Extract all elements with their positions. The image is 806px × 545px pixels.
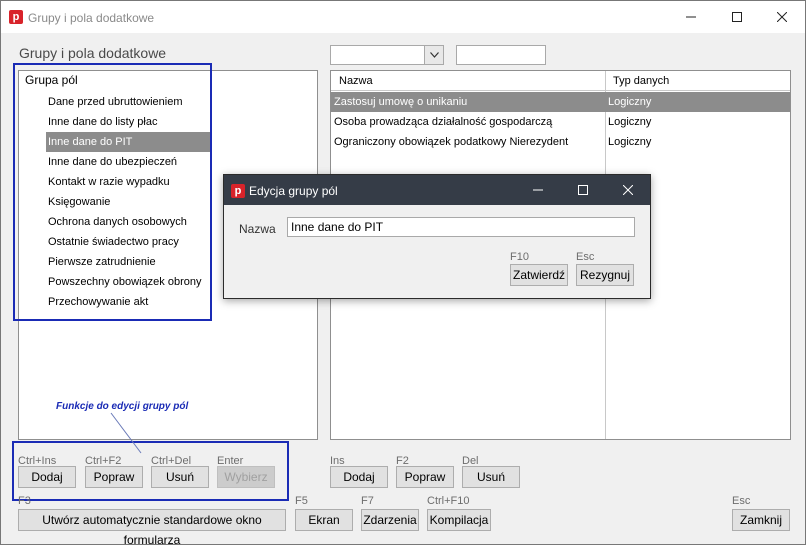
dialog-close-button[interactable] (605, 175, 651, 205)
generate-form-button[interactable]: Utwórz automatycznie standardowe okno fo… (18, 509, 286, 545)
key-hint-utworz: F3 (18, 495, 31, 507)
close-icon (623, 185, 633, 195)
dialog-title-bar[interactable]: p Edycja grupy pól (224, 175, 650, 205)
minimize-icon (533, 189, 543, 191)
main-window: p Grupy i pola dodatkowe Grupy i pola do… (0, 0, 806, 545)
dialog-cancel-button[interactable]: Rezygnuj (576, 264, 634, 286)
dialog-minimize-button[interactable] (515, 175, 561, 205)
group-edit-button[interactable]: Popraw (85, 466, 143, 488)
compile-button[interactable]: Kompilacja (427, 509, 491, 531)
dialog-confirm-button[interactable]: Zatwierdź (510, 264, 568, 286)
dialog-name-input[interactable]: Inne dane do PIT (287, 217, 635, 237)
screen-button[interactable]: Ekran (295, 509, 353, 531)
dialog-maximize-button[interactable] (560, 175, 606, 205)
key-hint-zamknij: Esc (732, 495, 751, 507)
close-window-button[interactable]: Zamknij (732, 509, 790, 531)
key-hint-zatwierdz: F10 (510, 251, 529, 263)
field-edit-button[interactable]: Popraw (396, 466, 454, 488)
group-select-button[interactable]: Wybierz (217, 466, 275, 488)
edit-group-dialog: p Edycja grupy pól Nazwa Inne dane do PI… (223, 174, 651, 299)
key-hint-kompilacja: Ctrl+F10 (427, 495, 470, 507)
dialog-title: Edycja grupy pól (249, 184, 338, 198)
key-hint-rezygnuj: Esc (576, 251, 595, 263)
field-add-button[interactable]: Dodaj (330, 466, 388, 488)
field-delete-button[interactable]: Usuń (462, 466, 520, 488)
key-hint-ekran: F5 (295, 495, 308, 507)
maximize-icon (578, 185, 588, 195)
dialog-name-label: Nazwa (239, 222, 276, 236)
key-hint-zdarzenia: F7 (361, 495, 374, 507)
events-button[interactable]: Zdarzenia (361, 509, 419, 531)
group-add-button[interactable]: Dodaj (18, 466, 76, 488)
group-delete-button[interactable]: Usuń (151, 466, 209, 488)
dialog-app-logo-icon: p (231, 184, 245, 198)
